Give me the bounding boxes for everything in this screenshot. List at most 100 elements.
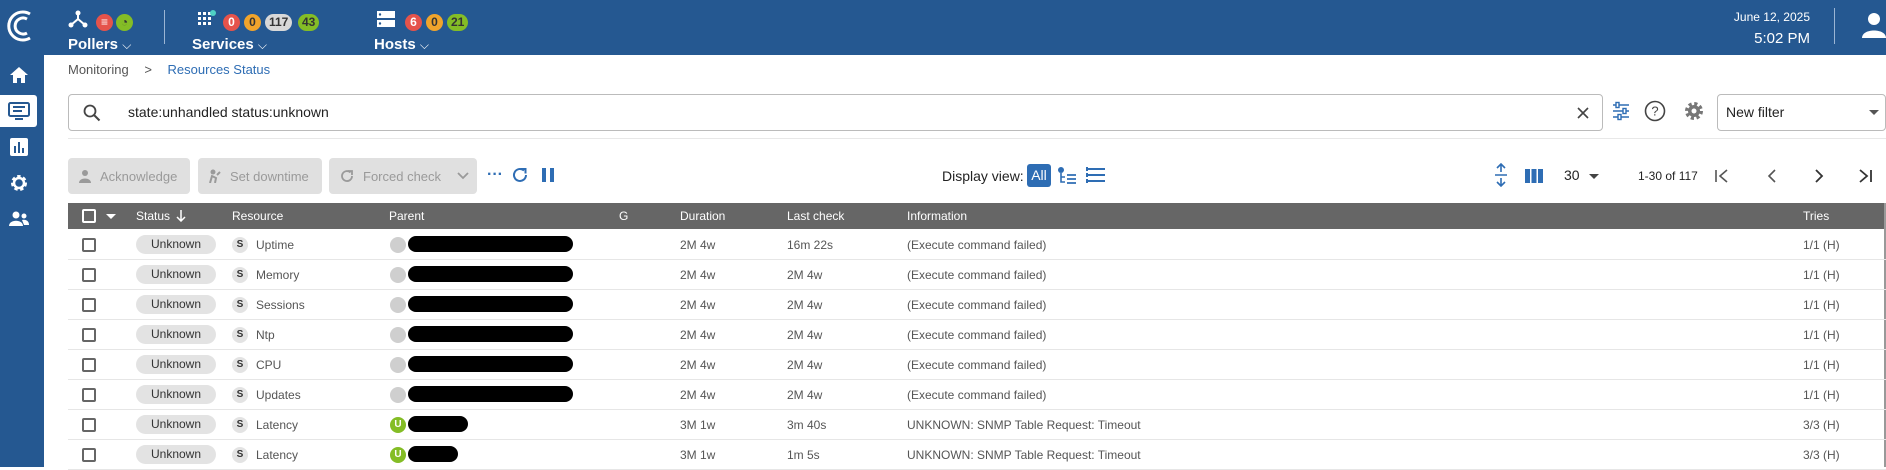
gear-icon [10,175,27,191]
refresh-icon[interactable] [511,166,529,184]
resource-name[interactable]: Latency [256,448,298,462]
home-icon [9,67,28,83]
table-row[interactable]: Unknown S CPU 2M 4w 2M 4w (Execute command fa… [68,350,1886,380]
table-row[interactable]: Unknown S Latency U 3M 1w 3m 40s UNKNOWN: SNMP… [68,410,1886,440]
chevron-down-icon[interactable] [106,214,116,219]
column-status[interactable]: Status [136,209,170,223]
breadcrumb-resources-status[interactable]: Resources Status [168,62,271,77]
row-checkbox[interactable] [82,328,96,342]
filter-settings-icon[interactable] [1611,100,1631,122]
duration: 3M 1w [680,448,716,462]
row-checkbox[interactable] [82,298,96,312]
table-row[interactable]: Unknown S Uptime 2M 4w 16m 22s (Execute comma… [68,230,1886,260]
tries: 3/3 (H) [1803,448,1840,462]
breadcrumb-separator: > [144,62,152,77]
row-checkbox[interactable] [82,448,96,462]
list-view-icon[interactable] [1086,166,1106,185]
services-critical-count[interactable]: 0 [223,14,240,31]
hosts-menu[interactable]: 6 0 21 Hosts ⌵ [374,6,504,53]
next-page-icon[interactable] [1811,168,1827,184]
pause-icon[interactable] [541,167,555,183]
column-resource[interactable]: Resource [232,209,283,223]
gear-icon[interactable] [1683,100,1705,122]
help-icon[interactable]: ? [1644,100,1666,122]
tries: 1/1 (H) [1803,238,1840,252]
chevron-down-icon [1869,110,1879,115]
more-actions-icon[interactable]: ··· [487,166,503,184]
chevron-down-icon: ⌵ [257,38,268,52]
top-header: ≡ ◔ Pollers ⌵ 0 0 117 43 Services ⌵ 6 0 … [0,0,1886,55]
set-downtime-button[interactable]: Set downtime [198,158,322,194]
resource-name[interactable]: Latency [256,418,298,432]
tries: 1/1 (H) [1803,358,1840,372]
user-icon[interactable] [1862,12,1886,38]
nav-administration[interactable] [0,203,37,235]
columns-icon[interactable] [1524,168,1544,184]
search-value[interactable]: state:unhandled status:unknown [128,104,329,120]
row-density-icon[interactable] [1493,163,1509,187]
resource-type-badge: S [232,417,248,433]
row-checkbox[interactable] [82,358,96,372]
column-information[interactable]: Information [907,209,967,223]
table-row[interactable]: Unknown S Sessions 2M 4w 2M 4w (Execute comma… [68,290,1886,320]
column-parent[interactable]: Parent [389,209,424,223]
column-duration[interactable]: Duration [680,209,725,223]
row-checkbox[interactable] [82,388,96,402]
filter-select[interactable]: New filter [1717,94,1886,131]
left-navigation [0,55,44,467]
row-checkbox[interactable] [82,268,96,282]
sort-arrow-icon[interactable] [176,210,186,222]
services-warning-count[interactable]: 0 [244,14,261,31]
select-all-checkbox[interactable] [82,209,96,223]
last-check: 3m 40s [787,418,827,432]
resource-name[interactable]: CPU [256,358,281,372]
users-icon [8,211,29,226]
previous-page-icon[interactable] [1764,168,1780,184]
resource-type-badge: S [232,357,248,373]
rows-per-page-select[interactable]: 30 [1564,167,1600,183]
column-last-check[interactable]: Last check [787,209,844,223]
hosts-unreachable-count[interactable]: 0 [426,14,443,31]
breadcrumb-monitoring[interactable]: Monitoring [68,62,129,77]
row-checkbox[interactable] [82,238,96,252]
last-page-icon[interactable] [1857,168,1873,184]
table-row[interactable]: Unknown S Memory 2M 4w 2M 4w (Execute command… [68,260,1886,290]
downtime-icon [209,169,221,183]
nav-reporting[interactable] [0,131,37,163]
column-tries[interactable]: Tries [1803,209,1829,223]
hosts-up-count[interactable]: 21 [447,14,469,31]
resource-name[interactable]: Uptime [256,238,294,252]
chevron-down-icon[interactable] [457,172,469,180]
resource-name[interactable]: Sessions [256,298,305,312]
status-badge: Unknown [136,325,216,344]
nav-monitoring[interactable] [0,95,37,127]
services-unknown-count[interactable]: 117 [265,14,293,31]
redacted-parent-name [408,266,573,282]
hosts-icon [377,11,395,27]
table-row[interactable]: Unknown S Updates 2M 4w 2M 4w (Execute comman… [68,380,1886,410]
display-view-all-button[interactable]: All [1027,164,1051,187]
column-g[interactable]: G [619,209,628,223]
pollers-menu[interactable]: ≡ ◔ Pollers ⌵ [66,6,166,53]
hosts-down-count[interactable]: 6 [405,14,422,31]
resource-name[interactable]: Updates [256,388,301,402]
close-icon[interactable] [1576,106,1590,120]
centreon-logo-icon[interactable] [4,6,40,46]
tree-view-icon[interactable] [1057,166,1077,185]
acknowledge-button[interactable]: Acknowledge [68,158,190,194]
nav-home[interactable] [0,59,37,91]
table-row[interactable]: Unknown S Latency U 3M 1w 1m 5s UNKNOWN: SNMP … [68,440,1886,470]
search-input[interactable]: state:unhandled status:unknown [68,94,1603,131]
table-row[interactable]: Unknown S Ntp 2M 4w 2M 4w (Execute command fa… [68,320,1886,350]
resource-name[interactable]: Memory [256,268,299,282]
services-ok-count[interactable]: 43 [298,14,320,31]
services-menu[interactable]: 0 0 117 43 Services ⌵ [192,6,372,53]
row-checkbox[interactable] [82,418,96,432]
redacted-parent-name [408,296,573,312]
resource-type-badge: S [232,387,248,403]
first-page-icon[interactable] [1714,168,1730,184]
nav-configuration[interactable] [0,167,37,199]
last-check: 2M 4w [787,388,823,402]
forced-check-button[interactable]: Forced check [329,158,477,194]
resource-name[interactable]: Ntp [256,328,275,342]
